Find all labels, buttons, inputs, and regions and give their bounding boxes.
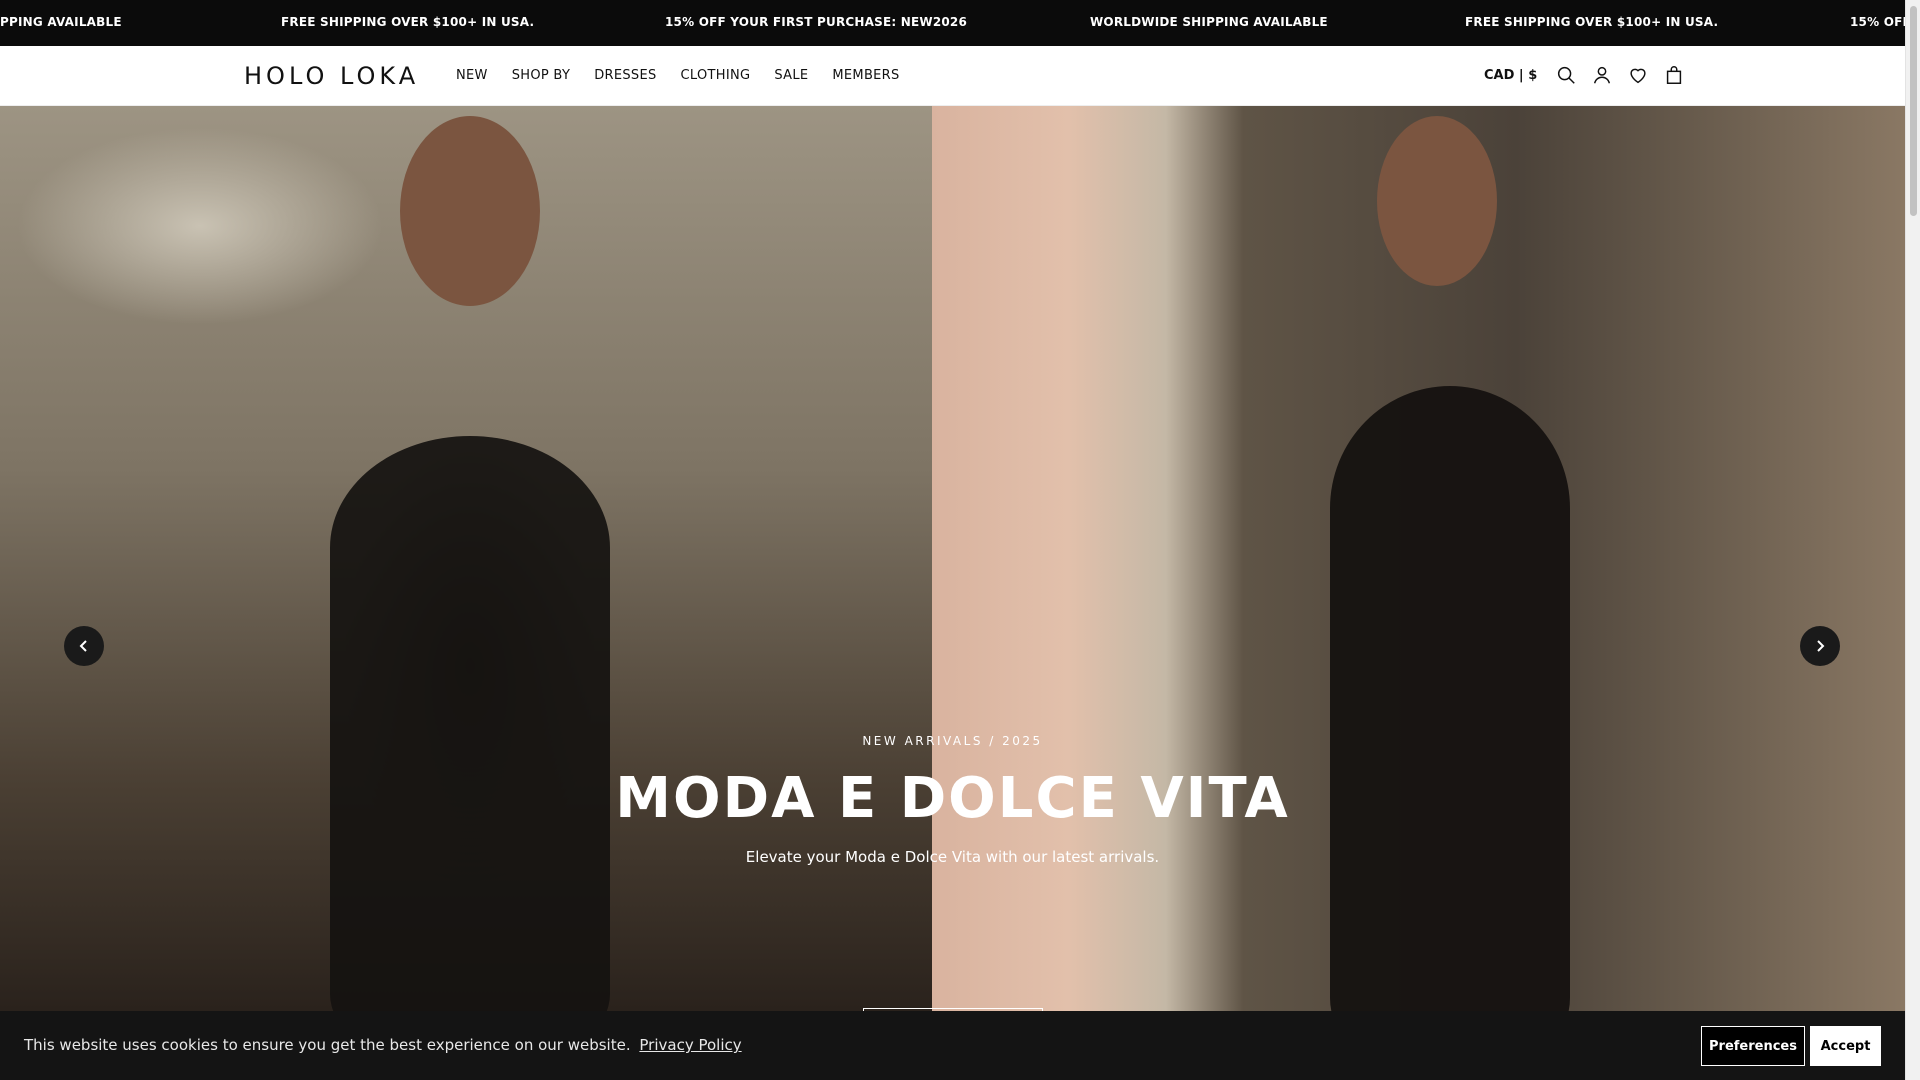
chevron-right-icon xyxy=(1817,640,1825,652)
hero-headline: MODA E DOLCE VITA xyxy=(615,766,1290,831)
nav-item-new[interactable]: NEW xyxy=(456,68,488,83)
cookie-preferences-button[interactable]: Preferences xyxy=(1701,1026,1805,1066)
nav-item-members[interactable]: MEMBERS xyxy=(832,68,899,83)
announcement-item: 15% OFF YOUR FIRST PURCHASE: NEW2026 xyxy=(665,15,968,29)
site-logo[interactable]: HOLO LOKA xyxy=(244,62,419,90)
hero-image-left xyxy=(0,106,932,1011)
page-scrollbar[interactable] xyxy=(1905,0,1920,1080)
account-icon[interactable] xyxy=(1591,64,1613,86)
currency-selector[interactable]: CAD | $ xyxy=(1484,68,1537,83)
cookie-accept-button[interactable]: Accept xyxy=(1810,1026,1881,1066)
hero-model-left xyxy=(330,436,610,1011)
hero-model-left-head xyxy=(400,116,540,306)
announcement-item: PPING AVAILABLE xyxy=(0,15,122,29)
wishlist-heart-icon[interactable] xyxy=(1627,64,1649,86)
shopping-bag-icon[interactable] xyxy=(1663,64,1685,86)
scrollbar-thumb[interactable] xyxy=(1910,6,1917,216)
privacy-policy-link[interactable]: Privacy Policy xyxy=(639,1036,741,1054)
cookie-message: This website uses cookies to ensure you … xyxy=(24,1036,742,1054)
announcement-bar: PPING AVAILABLE FREE SHIPPING OVER $100+… xyxy=(0,0,1905,46)
hero-eyebrow: NEW ARRIVALS / 2025 xyxy=(862,734,1043,748)
nav-item-clothing[interactable]: CLOTHING xyxy=(681,68,751,83)
site-header: HOLO LOKA NEW SHOP BY DRESSES CLOTHING S… xyxy=(0,46,1905,106)
hero-model-right xyxy=(1330,386,1570,1011)
hero-model-right-head xyxy=(1377,116,1497,286)
announcement-item: FREE SHIPPING OVER $100+ IN USA. xyxy=(1465,15,1719,29)
announcement-item: 15% OFF Y xyxy=(1850,15,1905,29)
cookie-banner: This website uses cookies to ensure you … xyxy=(0,1011,1905,1080)
hero-banner xyxy=(0,106,1905,1011)
announcement-item: WORLDWIDE SHIPPING AVAILABLE xyxy=(1090,15,1328,29)
search-icon[interactable] xyxy=(1555,64,1577,86)
carousel-prev-button[interactable] xyxy=(64,626,104,666)
chevron-left-icon xyxy=(79,640,87,652)
header-actions: CAD | $ xyxy=(1484,64,1685,86)
carousel-next-button[interactable] xyxy=(1800,626,1840,666)
announcement-item: FREE SHIPPING OVER $100+ IN USA. xyxy=(281,15,535,29)
main-nav: NEW SHOP BY DRESSES CLOTHING SALE MEMBER… xyxy=(456,68,900,83)
nav-item-shop-by[interactable]: SHOP BY xyxy=(512,68,570,83)
hero-subtext: Elevate your Moda e Dolce Vita with our … xyxy=(745,848,1160,866)
nav-item-sale[interactable]: SALE xyxy=(774,68,808,83)
cookie-message-text: This website uses cookies to ensure you … xyxy=(24,1036,631,1054)
nav-item-dresses[interactable]: DRESSES xyxy=(594,68,656,83)
